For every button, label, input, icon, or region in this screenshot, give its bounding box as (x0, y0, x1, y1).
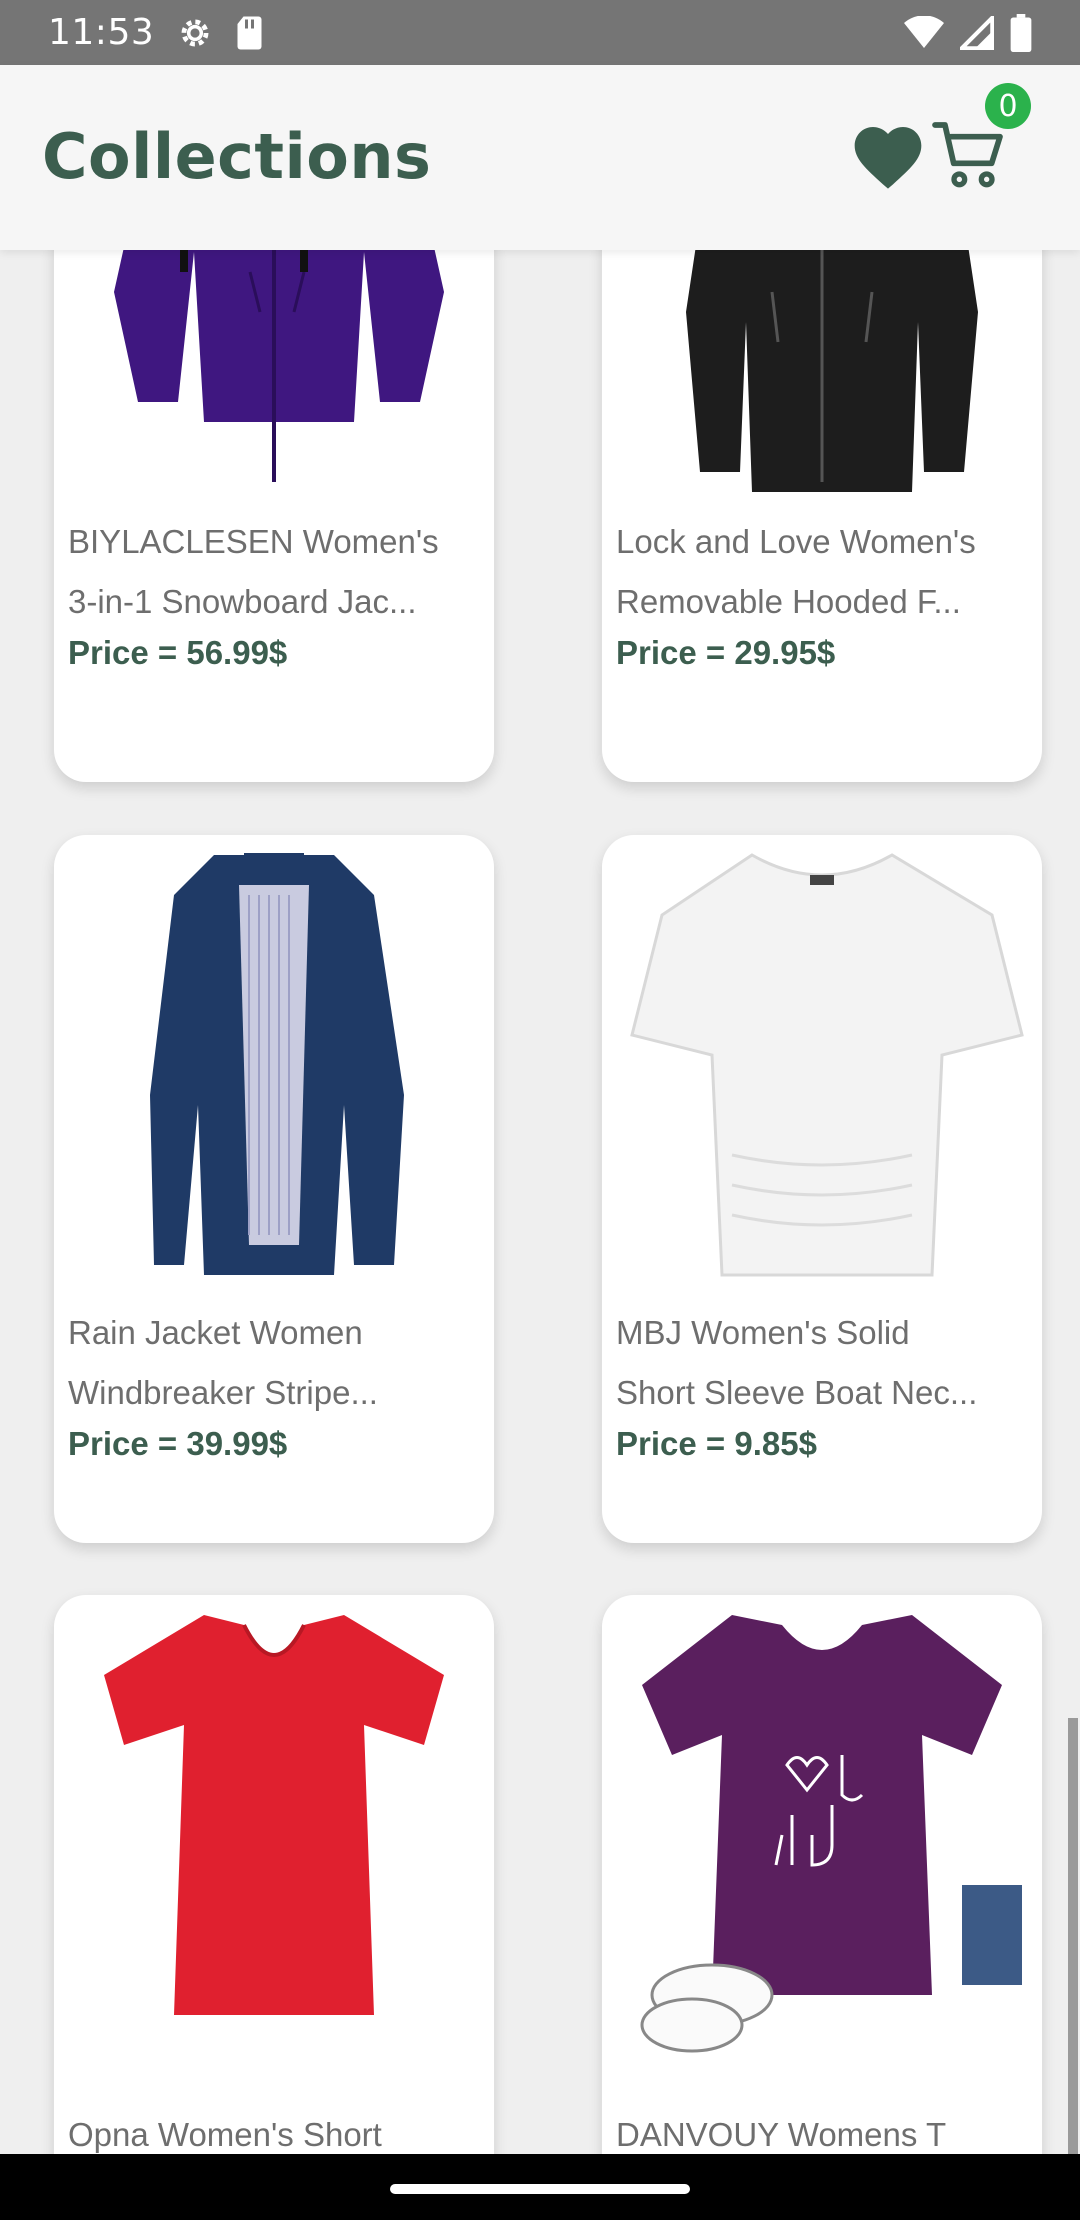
product-price: Price = 56.99$ (68, 634, 288, 671)
product-image (602, 835, 1042, 1295)
purple-jacket-image (114, 250, 444, 482)
purple-be-kind-tshirt-image (640, 1615, 1022, 2053)
product-card[interactable]: Opna Women's Short (54, 1595, 494, 2154)
product-name: Rain Jacket Women Windbreaker Stripe... (68, 1314, 378, 1411)
navy-rain-jacket-image (150, 853, 404, 1275)
product-price: Price = 29.95$ (616, 634, 836, 671)
red-tshirt-image (104, 1615, 444, 2015)
product-card[interactable]: BIYLACLESEN Women's 3-in-1 Snowboard Jac… (54, 250, 494, 782)
product-name: BIYLACLESEN Women's 3-in-1 Snowboard Jac… (68, 523, 439, 620)
favorites-button[interactable] (848, 117, 928, 197)
black-leather-jacket-image (686, 250, 978, 492)
product-price: Price = 39.99$ (68, 1425, 288, 1462)
gear-icon (181, 19, 209, 46)
product-card[interactable]: MBJ Women's Solid Short Sleeve Boat Nec.… (602, 835, 1042, 1543)
white-top-image (630, 853, 1024, 1277)
product-price: Price = 9.85$ (616, 1425, 817, 1462)
wifi-icon (904, 15, 944, 48)
product-image (602, 1595, 1042, 2055)
app-bar: Collections 0 (0, 65, 1080, 250)
signal-icon (960, 15, 994, 50)
product-card[interactable]: DANVOUY Womens T (602, 1595, 1042, 2154)
product-card[interactable]: Lock and Love Women's Removable Hooded F… (602, 250, 1042, 782)
cart-count-badge: 0 (985, 83, 1031, 129)
product-name: DANVOUY Womens T (616, 2116, 947, 2153)
home-gesture-handle[interactable] (390, 2184, 690, 2194)
status-bar: 11:53 (0, 0, 1080, 65)
product-image (602, 250, 1042, 502)
product-name: Lock and Love Women's Removable Hooded F… (616, 523, 976, 620)
status-time: 11:53 (48, 12, 155, 53)
product-image (54, 250, 494, 502)
product-card[interactable]: Rain Jacket Women Windbreaker Stripe... … (54, 835, 494, 1543)
product-image (54, 835, 494, 1295)
product-name: MBJ Women's Solid Short Sleeve Boat Nec.… (616, 1314, 978, 1411)
product-image (54, 1595, 494, 2055)
product-name: Opna Women's Short (68, 2116, 382, 2153)
product-grid: BIYLACLESEN Women's 3-in-1 Snowboard Jac… (0, 250, 1080, 2154)
sim-card-icon (237, 16, 262, 49)
page-title: Collections (42, 120, 432, 193)
scrollbar[interactable] (1068, 1718, 1078, 2154)
battery-icon (1010, 13, 1032, 52)
heart-icon (854, 127, 922, 189)
